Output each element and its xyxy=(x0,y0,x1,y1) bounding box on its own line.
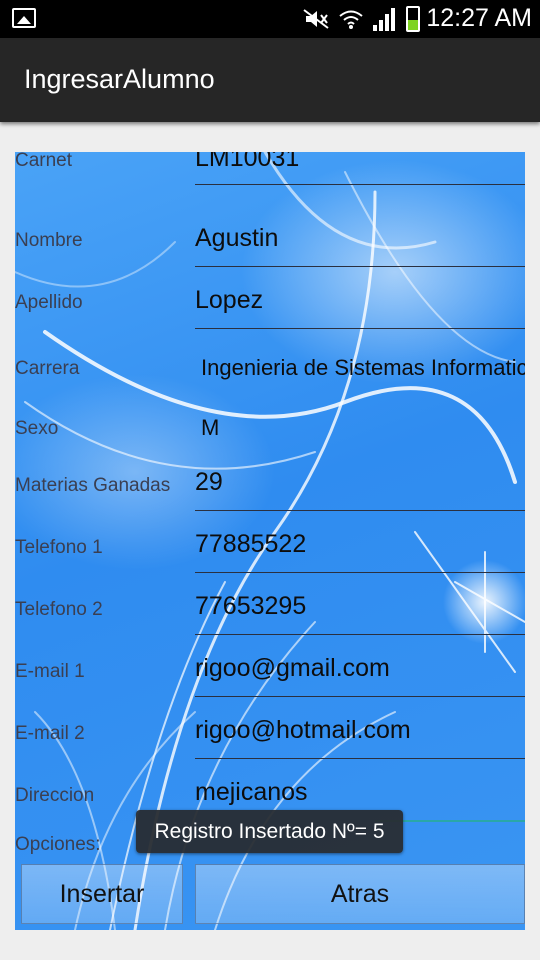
field-email-2: E-mail 2 rigoo@hotmail.com xyxy=(15,698,525,760)
input-apellido[interactable]: Lopez xyxy=(195,286,525,315)
action-bar: IngresarAlumno xyxy=(0,38,540,122)
input-underline xyxy=(195,758,525,759)
input-carnet[interactable]: LM10031 xyxy=(195,152,525,173)
toast-message: Registro Insertado Nº= 5 xyxy=(136,810,403,853)
field-sexo: Sexo M xyxy=(15,392,525,454)
app-title: IngresarAlumno xyxy=(24,64,215,94)
input-email-1[interactable]: rigoo@gmail.com xyxy=(195,654,525,683)
input-underline xyxy=(195,266,525,267)
spinner-sexo[interactable]: M xyxy=(201,415,525,441)
label-materias-ganadas: Materias Ganadas xyxy=(15,475,171,496)
input-direccion[interactable]: mejicanos xyxy=(195,778,525,807)
field-telefono-2: Telefono 2 77653295 xyxy=(15,574,525,636)
label-carrera: Carrera xyxy=(15,358,80,379)
field-email-1: E-mail 1 rigoo@gmail.com xyxy=(15,636,525,698)
status-time: 12:27 AM xyxy=(426,4,532,32)
input-underline xyxy=(195,510,525,511)
input-telefono-2[interactable]: 77653295 xyxy=(195,592,525,621)
insert-button[interactable]: Insertar xyxy=(21,864,183,924)
input-telefono-1[interactable]: 77885522 xyxy=(195,530,525,559)
label-carnet: Carnet xyxy=(15,152,73,171)
input-email-2[interactable]: rigoo@hotmail.com xyxy=(195,716,525,745)
battery-icon xyxy=(406,6,420,32)
input-underline xyxy=(195,696,525,697)
input-underline xyxy=(195,572,525,573)
field-apellido: Apellido Lopez xyxy=(15,268,525,330)
label-telefono-2: Telefono 2 xyxy=(15,599,103,620)
field-carrera: Carrera Ingenieria de Sistemas Informati… xyxy=(15,332,525,394)
field-telefono-1: Telefono 1 77885522 xyxy=(15,512,525,574)
input-materias-ganadas[interactable]: 29 xyxy=(195,468,525,497)
spinner-carrera[interactable]: Ingenieria de Sistemas Informaticos xyxy=(201,355,525,381)
label-sexo: Sexo xyxy=(15,418,59,439)
back-button[interactable]: Atras xyxy=(195,864,525,924)
mute-icon xyxy=(303,9,329,29)
signal-icon xyxy=(373,8,395,31)
input-underline xyxy=(195,184,525,185)
field-nombre: Nombre Agustin xyxy=(15,206,525,268)
image-notification-icon xyxy=(12,8,36,28)
label-apellido: Apellido xyxy=(15,292,83,313)
wifi-icon xyxy=(339,10,363,29)
input-nombre[interactable]: Agustin xyxy=(195,224,525,253)
label-direccion: Direccion xyxy=(15,785,95,806)
options-label: Opciones: xyxy=(15,834,101,855)
input-underline xyxy=(195,328,525,329)
status-bar: 12:27 AM xyxy=(0,0,540,38)
label-email-1: E-mail 1 xyxy=(15,661,85,682)
label-email-2: E-mail 2 xyxy=(15,723,85,744)
field-materias-ganadas: Materias Ganadas 29 xyxy=(15,450,525,512)
input-underline xyxy=(195,634,525,635)
label-telefono-1: Telefono 1 xyxy=(15,537,103,558)
label-nombre: Nombre xyxy=(15,230,83,251)
field-carnet: Carnet LM10031 xyxy=(15,152,525,194)
